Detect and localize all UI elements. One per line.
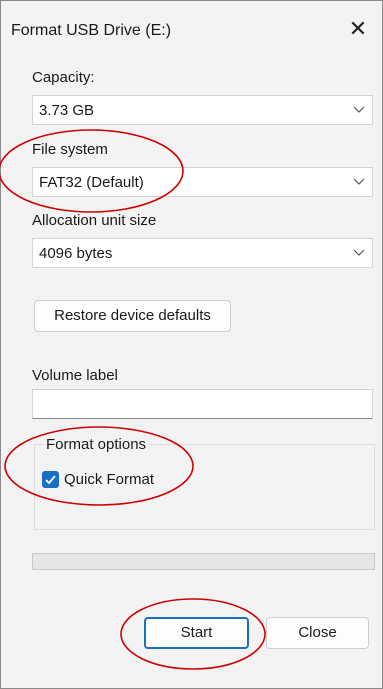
quick-format-checkbox[interactable]: [42, 471, 59, 488]
chevron-down-icon: [353, 106, 365, 113]
file-system-value: FAT32 (Default): [39, 174, 144, 191]
capacity-value: 3.73 GB: [39, 102, 95, 119]
chevron-down-icon: [353, 178, 365, 185]
allocation-value: 4096 bytes: [39, 245, 113, 262]
format-dialog: Format USB Drive (E:) ✕ Capacity: 3.73 G…: [0, 0, 383, 689]
start-button[interactable]: Start: [144, 617, 249, 649]
checkmark-icon: [45, 475, 56, 485]
title-bar: Format USB Drive (E:) ✕: [1, 1, 382, 67]
chevron-down-icon: [353, 249, 365, 256]
file-system-label: File system: [32, 141, 108, 158]
format-options-legend: Format options: [44, 436, 149, 453]
allocation-label: Allocation unit size: [32, 212, 157, 229]
capacity-select[interactable]: 3.73 GB: [32, 95, 373, 125]
file-system-select[interactable]: FAT32 (Default): [32, 167, 373, 197]
allocation-select[interactable]: 4096 bytes: [32, 238, 373, 268]
format-progress-bar: [32, 553, 375, 570]
capacity-label: Capacity:: [32, 69, 95, 86]
close-button[interactable]: Close: [266, 617, 369, 649]
quick-format-label[interactable]: Quick Format: [64, 471, 154, 488]
volume-label-label: Volume label: [32, 367, 118, 384]
close-icon[interactable]: ✕: [344, 15, 372, 43]
volume-label-input[interactable]: [32, 389, 373, 419]
restore-defaults-button[interactable]: Restore device defaults: [34, 300, 231, 332]
window-title: Format USB Drive (E:): [11, 22, 172, 39]
